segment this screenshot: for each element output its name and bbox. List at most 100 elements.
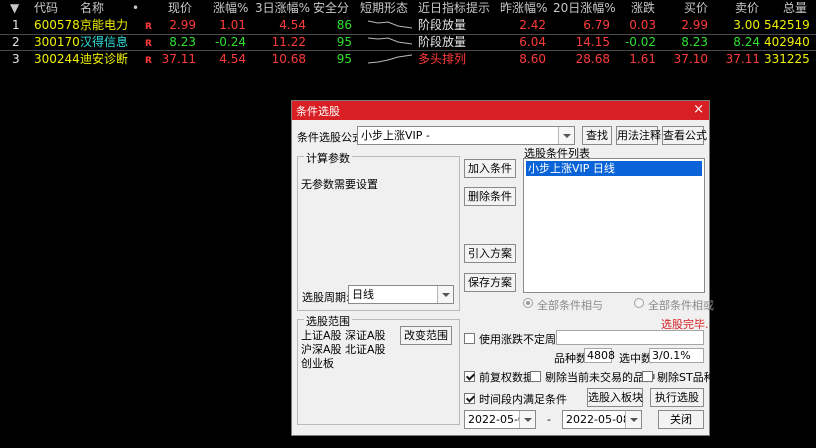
start-date-picker[interactable]: 2022-05-01 xyxy=(464,410,536,429)
col-header-safety[interactable]: 安全分 xyxy=(313,0,349,17)
col-header-hint[interactable]: 近日指标提示 xyxy=(418,0,490,17)
sort-arrow-icon[interactable]: ▼ xyxy=(10,0,19,17)
selected-label: 选中数 xyxy=(619,352,652,365)
price-change: 1.61 xyxy=(629,52,656,66)
formula-select-value: 小步上涨VIP - xyxy=(361,129,430,142)
row-index: 3 xyxy=(12,52,20,66)
pct-change-3d: 4.54 xyxy=(279,18,306,32)
chevron-down-icon[interactable] xyxy=(558,127,574,144)
prev-pct: 8.60 xyxy=(519,52,546,66)
col-header-code[interactable]: 代码 xyxy=(34,0,58,17)
end-date-picker[interactable]: 2022-05-08 xyxy=(562,410,642,429)
execute-button[interactable]: 执行选股 xyxy=(650,388,704,407)
price: 2.99 xyxy=(169,18,196,32)
col-header-ask[interactable]: 卖价 xyxy=(735,0,759,17)
time-cond-checkbox[interactable] xyxy=(464,393,475,404)
col-header-shape[interactable]: 短期形态 xyxy=(360,0,408,17)
indicator-hint: 阶段放量 xyxy=(418,35,467,49)
calc-params-title: 计算参数 xyxy=(304,150,352,166)
pct-change: 4.54 xyxy=(219,52,246,66)
col-header-price[interactable]: 现价 xyxy=(168,0,192,17)
stock-code: 300170 xyxy=(34,35,80,49)
bid-price: 2.99 xyxy=(681,18,708,32)
formula-label: 条件选股公式 xyxy=(297,131,363,144)
stock-name: 京能电力 xyxy=(80,18,129,32)
table-header: ▼ 代码 名称 • 现价 涨幅% 3日涨幅% 安全分 短期形态 近日指标提示 昨… xyxy=(0,0,816,17)
count-value: 4808 xyxy=(584,348,615,363)
pct-20d: 6.79 xyxy=(583,18,610,32)
volume: 402940 xyxy=(764,35,810,49)
range-title: 选股范围 xyxy=(304,313,352,329)
period-select-value: 日线 xyxy=(352,288,374,301)
radio-or[interactable] xyxy=(634,298,644,308)
sparkline-icon xyxy=(368,37,412,45)
import-scheme-button[interactable]: 引入方案 xyxy=(464,244,516,263)
close-button[interactable]: 关闭 xyxy=(658,410,704,429)
selected-value: 3/0.1% xyxy=(649,348,704,363)
col-header-dot[interactable]: • xyxy=(132,0,139,17)
stock-screener-dialog: 条件选股 × 条件选股公式 小步上涨VIP - 查找 用法注释 查看公式 计算参… xyxy=(291,100,715,436)
add-condition-button[interactable]: 加入条件 xyxy=(464,159,516,178)
col-header-chg[interactable]: 涨跌 xyxy=(631,0,655,17)
radio-and[interactable] xyxy=(523,298,533,308)
col-header-pct20[interactable]: 20日涨幅% xyxy=(553,0,616,17)
pct-change: 1.01 xyxy=(219,18,246,32)
pct-change-3d: 11.22 xyxy=(271,35,306,49)
sparkline-icon xyxy=(368,54,412,64)
table-row[interactable]: 3 300244 迪安诊断 R 37.11 4.54 10.68 95 多头排列… xyxy=(0,51,816,68)
usage-note-button[interactable]: 用法注释 xyxy=(616,126,661,145)
col-header-pct3[interactable]: 3日涨幅% xyxy=(255,0,310,17)
row-index: 1 xyxy=(12,18,20,32)
col-header-pct[interactable]: 涨幅% xyxy=(213,0,248,17)
dialog-titlebar[interactable]: 条件选股 × xyxy=(292,101,709,120)
stock-code: 300244 xyxy=(34,52,80,66)
col-header-name[interactable]: 名称 xyxy=(80,0,104,17)
ask-price: 8.24 xyxy=(733,35,760,49)
view-formula-button[interactable]: 查看公式 xyxy=(662,126,707,145)
chevron-down-icon[interactable] xyxy=(437,286,453,303)
condition-list[interactable]: 小步上涨VIP 日线 xyxy=(523,158,705,293)
pct-change-3d: 10.68 xyxy=(271,52,306,66)
end-date-value: 2022-05-08 xyxy=(566,413,630,426)
list-item[interactable]: 小步上涨VIP 日线 xyxy=(526,161,702,176)
safety-score: 86 xyxy=(336,18,352,32)
chevron-down-icon[interactable] xyxy=(625,411,641,428)
change-range-button[interactable]: 改变范围 xyxy=(400,326,452,345)
exclude-st-checkbox[interactable] xyxy=(642,371,653,382)
stock-code: 600578 xyxy=(34,18,80,32)
save-scheme-button[interactable]: 保存方案 xyxy=(464,273,516,292)
safety-score: 95 xyxy=(336,35,352,49)
prev-pct: 2.42 xyxy=(519,18,546,32)
formula-select[interactable]: 小步上涨VIP - xyxy=(357,126,575,145)
use-period-label: 使用涨跌不定周期 xyxy=(479,333,567,346)
table-row[interactable]: 1 600578 京能电力 R 2.99 1.01 4.54 86 阶段放量 2… xyxy=(0,17,816,34)
pct-20d: 28.68 xyxy=(575,52,610,66)
indicator-hint: 多头排列 xyxy=(418,52,467,66)
price-change: -0.02 xyxy=(624,35,656,49)
row-index: 2 xyxy=(12,35,20,49)
no-params-text: 无参数需要设置 xyxy=(301,178,378,191)
period-input[interactable] xyxy=(556,330,704,345)
stock-name: 迪安诊断 xyxy=(80,52,129,66)
count-label: 品种数 xyxy=(554,352,587,365)
col-header-vol[interactable]: 总量 xyxy=(783,0,807,17)
close-icon[interactable]: × xyxy=(693,102,704,118)
fq-checkbox[interactable] xyxy=(464,371,475,382)
period-select[interactable]: 日线 xyxy=(348,285,454,304)
volume: 331225 xyxy=(764,52,810,66)
use-period-checkbox[interactable] xyxy=(464,333,475,344)
find-button[interactable]: 查找 xyxy=(582,126,612,145)
exclude-untraded-checkbox[interactable] xyxy=(530,371,541,382)
volume: 542519 xyxy=(764,18,810,32)
col-header-prev[interactable]: 昨涨幅% xyxy=(500,0,547,17)
col-header-bid[interactable]: 买价 xyxy=(684,0,708,17)
chevron-down-icon[interactable] xyxy=(519,411,535,428)
sparkline-icon xyxy=(368,20,412,29)
delete-condition-button[interactable]: 删除条件 xyxy=(464,187,516,206)
to-block-button[interactable]: 选股入板块 xyxy=(587,388,643,407)
radio-and-label: 全部条件相与 xyxy=(537,299,603,312)
table-row[interactable]: 2 300170 汉得信息 R 8.23 -0.24 11.22 95 阶段放量… xyxy=(0,34,816,51)
fq-label: 前复权数据 xyxy=(479,371,534,384)
pct-20d: 14.15 xyxy=(575,35,610,49)
bid-price: 8.23 xyxy=(681,35,708,49)
